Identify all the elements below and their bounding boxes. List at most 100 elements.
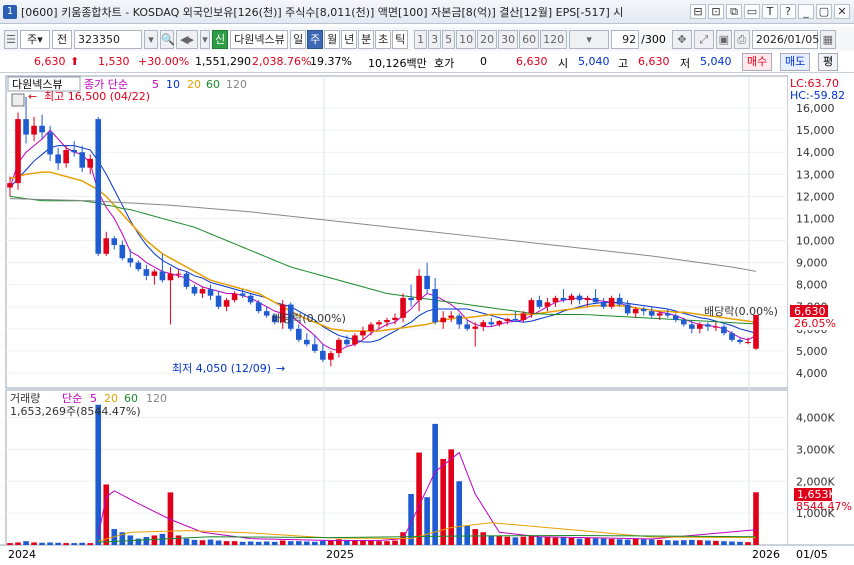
- volume-bar: [705, 540, 711, 545]
- chart-toolbar: ☰ 주▾ 전 323350 ▾ 🔍 ◀▸ ▾ 신 다원넥스뷰 일주월년분초틱 1…: [0, 27, 854, 51]
- period-tab-1[interactable]: 주: [307, 29, 324, 49]
- window-control-2[interactable]: ⧉: [726, 4, 742, 19]
- speaker-icon[interactable]: ◀▸: [176, 29, 198, 49]
- date-input[interactable]: 2026/01/05: [751, 29, 819, 49]
- candle-body: [697, 324, 703, 329]
- trend-tool-icon[interactable]: ⤢: [693, 29, 714, 49]
- candle-body: [416, 275, 422, 301]
- turnover-rate: 19.37%: [310, 55, 352, 68]
- quote-bar: 6,630 ⬆ 1,530 +30.00% 1,551,290 2,038.76…: [0, 52, 854, 73]
- candle-body: [512, 318, 519, 320]
- window-controls: ⊟ ⊡ ⧉ ▭ T? _ ▢ ✕: [690, 4, 850, 19]
- window-control-3[interactable]: ▭: [744, 4, 760, 19]
- candle-body: [127, 258, 134, 263]
- interval-custom-select[interactable]: ▾: [569, 29, 610, 49]
- candle-body: [336, 339, 342, 354]
- candle-body: [119, 244, 126, 259]
- interval-button-3[interactable]: 3: [428, 29, 442, 49]
- window-control-5[interactable]: ?: [780, 4, 796, 19]
- interval-button-1[interactable]: 1: [414, 29, 428, 49]
- price-tick-label: 5,000: [796, 345, 828, 358]
- volume-bar: [648, 539, 655, 545]
- volume-bar: [472, 529, 479, 545]
- candle-body: [504, 318, 511, 322]
- candle-body: [705, 324, 711, 327]
- volume-bar: [504, 536, 511, 545]
- candle-body: [480, 322, 487, 327]
- window-control-7[interactable]: ▢: [816, 4, 832, 19]
- volume-tick-label: 4,000K: [796, 412, 835, 425]
- period-tab-5[interactable]: 초: [375, 29, 392, 49]
- volume-bar: [528, 535, 535, 545]
- candle-body: [360, 331, 366, 336]
- period-tab-0[interactable]: 일: [290, 29, 307, 49]
- open-price: 5,040: [578, 55, 610, 68]
- chevron-down-icon: ▾: [37, 32, 43, 46]
- volume-bar: [39, 542, 45, 545]
- volume-bar: [31, 542, 37, 545]
- period-tab-3[interactable]: 년: [341, 29, 358, 49]
- volume-value: 1,551,290: [195, 55, 251, 68]
- candle-body: [440, 317, 446, 323]
- candle-body: [55, 154, 61, 164]
- window-control-4[interactable]: T: [762, 4, 778, 19]
- interval-button-5[interactable]: 5: [442, 29, 456, 49]
- speaker-dropdown-icon[interactable]: ▾: [200, 29, 210, 49]
- window-control-1[interactable]: ⊡: [708, 4, 724, 19]
- interval-button-20[interactable]: 20: [477, 29, 498, 49]
- candle-body: [560, 297, 567, 301]
- price-tick-label: 14,000: [796, 146, 835, 159]
- calendar-icon[interactable]: ▦: [819, 29, 836, 49]
- interval-button-30[interactable]: 30: [498, 29, 519, 49]
- chart-area[interactable]: 16,000 15,000 14,000 13,000 12,000 11,000 10,0…: [0, 74, 854, 562]
- window-control-6[interactable]: _: [798, 4, 814, 19]
- interval-buttons: 1 3 5 10 20 30 60 120: [414, 29, 568, 49]
- high-price: 6,630: [638, 55, 670, 68]
- volume-bar: [295, 541, 302, 545]
- code-dropdown-icon[interactable]: ▾: [144, 29, 158, 49]
- window-control-8[interactable]: ✕: [834, 4, 850, 19]
- calculator-icon[interactable]: [11, 93, 25, 107]
- sell-button[interactable]: 매도: [780, 53, 811, 71]
- candle-body: [552, 297, 559, 303]
- volume-value-line: 1,653,269주(8544.47%): [10, 405, 141, 418]
- volume-bar: [689, 539, 695, 545]
- hoga-price: 6,630: [516, 55, 548, 68]
- ma-period-10: 10: [166, 78, 180, 91]
- volume-tick-label: 3,000K: [796, 443, 835, 456]
- price-tick-label: 11,000: [796, 212, 835, 225]
- volume-bar: [416, 452, 422, 545]
- save-icon[interactable]: ▣: [715, 29, 732, 49]
- volume-bar: [143, 537, 150, 545]
- candle-body: [576, 295, 583, 301]
- eval-button[interactable]: 평: [818, 53, 839, 71]
- interval-button-60[interactable]: 60: [519, 29, 540, 49]
- search-icon[interactable]: 🔍: [160, 29, 175, 49]
- candle-body: [71, 150, 77, 153]
- window-control-0[interactable]: ⊟: [690, 4, 706, 19]
- crosshair-tool-icon[interactable]: ✥: [671, 29, 692, 49]
- candle-body: [464, 324, 471, 329]
- period-tab-6[interactable]: 틱: [392, 29, 409, 49]
- period-tab-2[interactable]: 월: [324, 29, 341, 49]
- volume-bar: [47, 542, 53, 545]
- menu-icon[interactable]: ☰: [4, 29, 18, 49]
- count-input[interactable]: 92: [611, 29, 640, 49]
- stock-code-input[interactable]: 323350: [74, 29, 142, 49]
- window-titlebar: 1 [0600] 키움종합차트 - KOSDAQ 외국인보유[126(천)] 주…: [0, 0, 854, 24]
- candle-body: [664, 313, 671, 316]
- stock-name-field[interactable]: 다원넥스뷰: [230, 29, 289, 49]
- jeon-button[interactable]: 전: [52, 29, 72, 49]
- market-type-select[interactable]: 주▾: [20, 29, 50, 49]
- volume-bar: [392, 540, 398, 545]
- print-icon[interactable]: ⎙: [733, 29, 750, 49]
- period-tab-4[interactable]: 분: [358, 29, 375, 49]
- interval-button-120[interactable]: 120: [540, 29, 568, 49]
- chart-svg[interactable]: 16,000 15,000 14,000 13,000 12,000 11,000 10,0…: [0, 74, 854, 562]
- interval-button-10[interactable]: 10: [456, 29, 477, 49]
- candle-body: [432, 289, 438, 323]
- market-type-label: 주: [27, 32, 38, 46]
- candle-body: [640, 308, 647, 312]
- buy-button[interactable]: 매수: [742, 53, 773, 71]
- candle-body: [648, 311, 655, 316]
